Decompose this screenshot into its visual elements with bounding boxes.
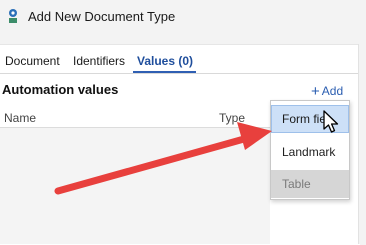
tabs-divider	[0, 73, 358, 74]
add-value-button[interactable]: + Add	[311, 83, 343, 100]
tab-values[interactable]: Values (0)	[137, 54, 193, 68]
column-header-type[interactable]: Type	[219, 111, 245, 125]
dropdown-item-form-field[interactable]: Form fie	[271, 105, 349, 133]
plus-icon: +	[311, 83, 320, 100]
window-title: Add New Document Type	[28, 9, 176, 24]
dropdown-item-table: Table	[271, 170, 349, 198]
doc-type-app-icon	[9, 9, 17, 23]
tab-identifiers[interactable]: Identifiers	[73, 54, 125, 68]
title-bar: Add New Document Type	[0, 0, 366, 34]
add-label: Add	[321, 84, 344, 98]
tab-document[interactable]: Document	[5, 54, 60, 68]
values-list-empty	[0, 128, 270, 244]
dropdown-item-landmark[interactable]: Landmark	[271, 138, 349, 166]
scrollbar-track[interactable]	[358, 44, 366, 244]
column-header-name[interactable]: Name	[4, 111, 36, 125]
section-title: Automation values	[2, 82, 119, 97]
add-type-dropdown: Form fie Landmark Table	[270, 100, 350, 200]
